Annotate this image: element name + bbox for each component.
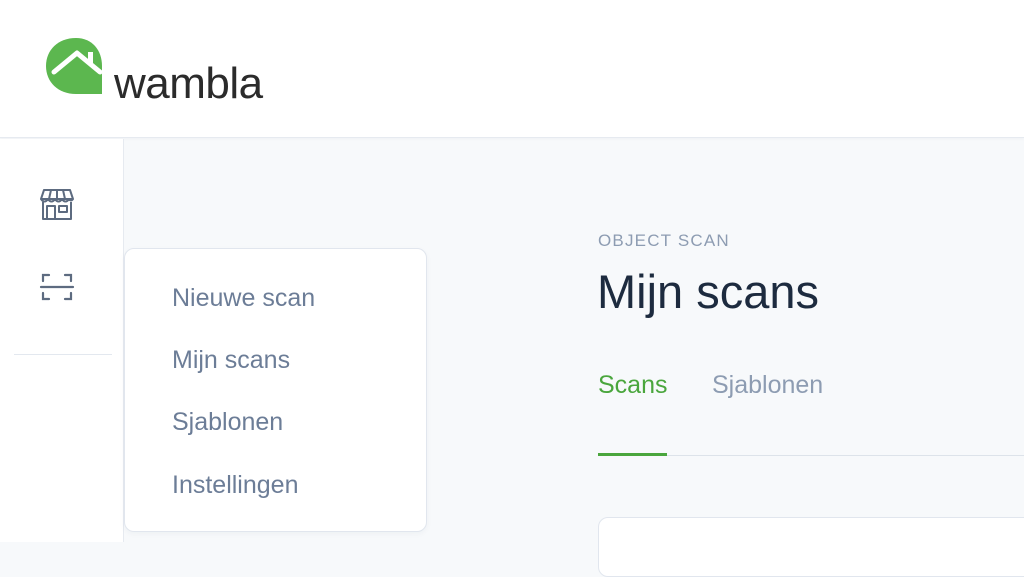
menu-item-settings[interactable]: Instellingen: [172, 473, 298, 498]
app-header: wambla: [0, 0, 1024, 138]
scan-list-card: [598, 517, 1024, 577]
tab-templates[interactable]: Sjablonen: [712, 373, 823, 398]
page-title: Mijn scans: [597, 265, 820, 318]
tab-scans[interactable]: Scans: [598, 373, 667, 398]
rail-divider: [14, 354, 112, 355]
scan-submenu: Nieuwe scan Mijn scans Sjablonen Instell…: [124, 248, 427, 532]
menu-item-templates[interactable]: Sjablonen: [172, 410, 283, 435]
section-overline: OBJECT SCAN: [598, 231, 730, 250]
house-speech-bubble-logo-icon: [46, 38, 103, 94]
icon-rail: [0, 139, 124, 542]
menu-item-my-scans[interactable]: Mijn scans: [172, 348, 290, 373]
storefront-icon: [40, 189, 74, 220]
rail-item-store[interactable]: [36, 183, 78, 225]
logo-wordmark: wambla: [114, 59, 263, 108]
menu-item-new-scan[interactable]: Nieuwe scan: [172, 286, 315, 311]
rail-item-scan[interactable]: [36, 266, 78, 308]
scan-frame-icon: [39, 273, 75, 301]
active-tab-indicator: [598, 453, 667, 456]
